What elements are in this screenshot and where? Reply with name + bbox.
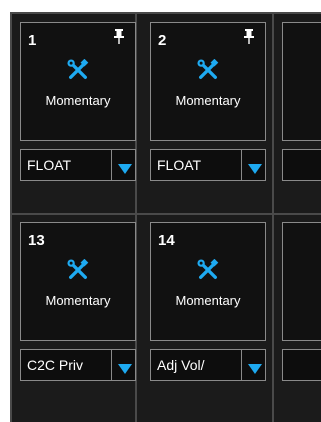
- triangle-down-icon[interactable]: [118, 161, 132, 179]
- dropdown-value: FLOAT: [27, 157, 72, 173]
- dropdown-divider: [241, 150, 242, 180]
- key-dropdown-13[interactable]: C2C Priv: [20, 349, 136, 381]
- dropdown-divider: [111, 150, 112, 180]
- key-dropdown-1[interactable]: FLOAT: [20, 149, 136, 181]
- triangle-down-icon[interactable]: [248, 161, 262, 179]
- key-panel: 1 Momentary FLOAT 2 Momentary FLOAT 13 M…: [10, 12, 321, 422]
- key-dropdown-14[interactable]: Adj Vol/: [150, 349, 266, 381]
- pin-icon: [113, 29, 125, 50]
- triangle-down-icon[interactable]: [248, 361, 262, 379]
- key-dropdown-partial[interactable]: [282, 149, 321, 181]
- key-button-14[interactable]: 14 Momentary: [150, 222, 266, 341]
- key-button-1[interactable]: 1 Momentary: [20, 22, 136, 141]
- grid-divider: [272, 14, 274, 422]
- key-dropdown-2[interactable]: FLOAT: [150, 149, 266, 181]
- dropdown-value: FLOAT: [157, 157, 202, 173]
- triangle-down-icon[interactable]: [118, 361, 132, 379]
- pin-icon: [243, 29, 255, 50]
- dropdown-value: Adj Vol/: [157, 357, 205, 373]
- wrench-screwdriver-icon: [67, 58, 89, 86]
- dropdown-divider: [111, 350, 112, 380]
- key-number: 1: [28, 32, 37, 49]
- key-number: 14: [158, 232, 175, 249]
- key-number: 13: [28, 232, 45, 249]
- wrench-screwdriver-icon: [197, 258, 219, 286]
- key-button-partial[interactable]: [282, 22, 321, 141]
- key-mode-label: Momentary: [45, 93, 111, 108]
- wrench-screwdriver-icon: [197, 58, 219, 86]
- dropdown-value: C2C Priv: [27, 357, 84, 373]
- key-button-13[interactable]: 13 Momentary: [20, 222, 136, 341]
- wrench-screwdriver-icon: [67, 258, 89, 286]
- dropdown-divider: [241, 350, 242, 380]
- key-mode-label: Momentary: [175, 93, 241, 108]
- key-number: 2: [158, 32, 167, 49]
- key-dropdown-partial[interactable]: [282, 349, 321, 381]
- grid-divider: [12, 213, 321, 215]
- key-mode-label: Momentary: [45, 293, 111, 308]
- key-button-2[interactable]: 2 Momentary: [150, 22, 266, 141]
- key-button-partial[interactable]: [282, 222, 321, 341]
- key-mode-label: Momentary: [175, 293, 241, 308]
